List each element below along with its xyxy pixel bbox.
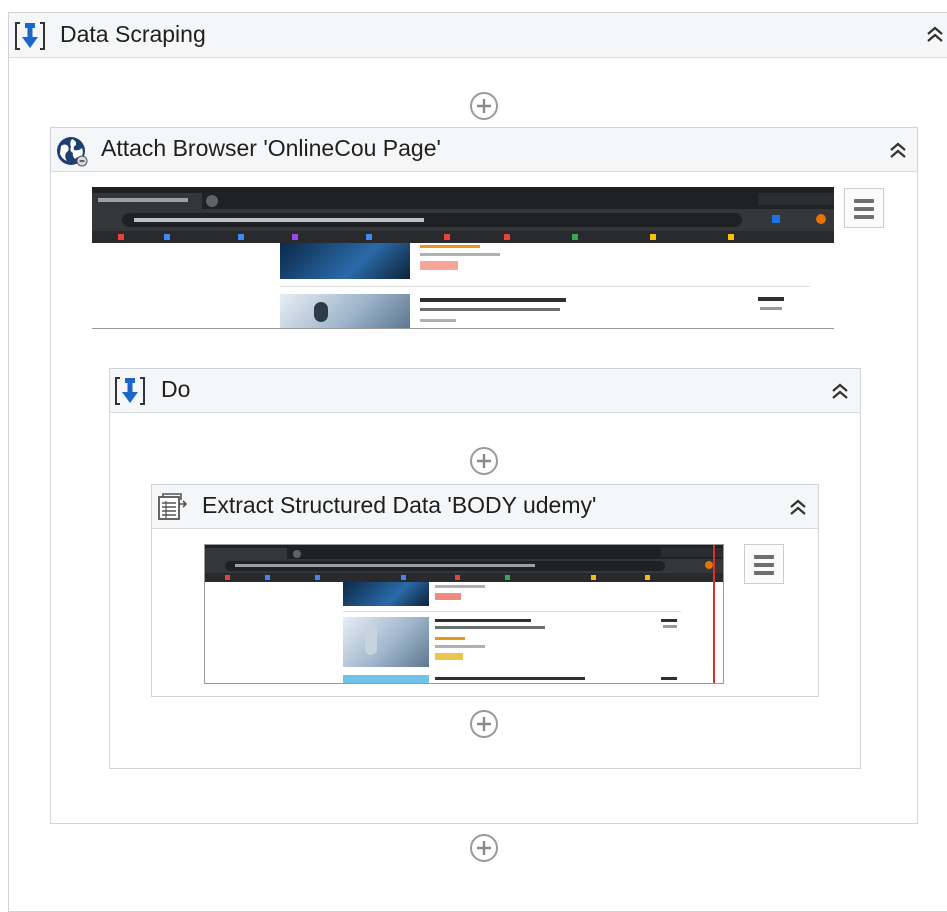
browser-url-text xyxy=(134,218,424,222)
browser-tab-bar xyxy=(92,187,834,209)
extract-table-icon xyxy=(158,493,188,520)
do-header[interactable]: Do xyxy=(110,369,860,413)
course-3-title xyxy=(435,677,585,680)
data-scraping-icon xyxy=(15,22,45,50)
course-thumbnail-3 xyxy=(343,675,429,683)
course-divider xyxy=(280,286,810,287)
attach-browser-title: Attach Browser 'OnlineCou Page' xyxy=(101,135,441,161)
course-2-badge xyxy=(435,653,463,660)
bookmark-4 xyxy=(401,575,406,580)
data-scraping-title: Data Scraping xyxy=(60,21,206,47)
add-activity-button[interactable] xyxy=(469,709,499,739)
course-2-title xyxy=(420,298,566,302)
bookmark-4 xyxy=(292,234,298,240)
attach-browser-header[interactable]: Attach Browser 'OnlineCou Page' xyxy=(51,128,917,172)
course-2-meta xyxy=(435,645,485,648)
course-2-price xyxy=(661,619,677,622)
selection-highlight-line xyxy=(713,545,715,683)
bookmark-3 xyxy=(315,575,320,580)
browser-profile-icon xyxy=(816,214,826,224)
attach-browser-options-button[interactable] xyxy=(844,188,884,228)
attach-browser-preview[interactable] xyxy=(92,187,834,329)
bookmark-7 xyxy=(591,575,596,580)
course-2-price xyxy=(758,297,784,301)
bookmark-6 xyxy=(444,234,450,240)
course-1-badge xyxy=(420,261,458,270)
browser-url-text xyxy=(235,564,535,567)
course-2-old-price xyxy=(760,307,782,310)
course-2-author xyxy=(435,626,545,629)
course-1-meta xyxy=(420,253,500,256)
course-thumbnail-1 xyxy=(343,582,429,606)
collapse-extract-icon[interactable] xyxy=(785,495,811,521)
browser-window-controls xyxy=(758,193,834,205)
collapse-attach-browser-icon[interactable] xyxy=(885,138,911,164)
bookmark-1 xyxy=(118,234,124,240)
browser-active-tab xyxy=(205,548,287,559)
data-scraping-header[interactable]: Data Scraping xyxy=(9,13,947,58)
bookmark-9 xyxy=(650,234,656,240)
browser-tab-text xyxy=(98,198,188,202)
extract-title: Extract Structured Data 'BODY udemy' xyxy=(202,492,597,518)
extract-options-button[interactable] xyxy=(744,544,784,584)
bookmark-5 xyxy=(366,234,372,240)
course-1-rating xyxy=(420,245,480,248)
course-2-author xyxy=(420,308,560,311)
robot-figure xyxy=(314,302,328,322)
course-1-meta xyxy=(435,585,485,588)
do-title: Do xyxy=(161,376,191,402)
add-activity-button[interactable] xyxy=(469,833,499,863)
course-2-title xyxy=(435,619,531,622)
bookmark-6 xyxy=(505,575,510,580)
bookmark-3 xyxy=(238,234,244,240)
add-activity-button[interactable] xyxy=(469,446,499,476)
bookmark-2 xyxy=(164,234,170,240)
bookmark-7 xyxy=(504,234,510,240)
extract-header[interactable]: Extract Structured Data 'BODY udemy' xyxy=(152,485,818,529)
sequence-icon xyxy=(115,377,145,405)
add-activity-button[interactable] xyxy=(469,91,499,121)
course-thumbnail-2 xyxy=(343,617,429,667)
new-tab-icon xyxy=(206,195,218,207)
course-3-price xyxy=(661,677,677,680)
course-2-rating xyxy=(420,319,456,322)
browser-bookmarks-bar xyxy=(92,231,834,243)
bookmark-8 xyxy=(572,234,578,240)
new-tab-icon xyxy=(293,550,301,558)
course-thumbnail-1 xyxy=(280,243,410,279)
bookmark-2 xyxy=(265,575,270,580)
bookmark-10 xyxy=(728,234,734,240)
collapse-do-icon[interactable] xyxy=(827,379,853,405)
course-2-rating xyxy=(435,637,465,640)
course-2-old-price xyxy=(663,625,677,628)
bookmark-8 xyxy=(645,575,650,580)
course-thumbnail-2 xyxy=(280,294,410,328)
bookmark-5 xyxy=(455,575,460,580)
robot-figure xyxy=(365,625,377,655)
course-divider xyxy=(343,611,681,612)
bookmark-1 xyxy=(225,575,230,580)
browser-profile-icon xyxy=(705,561,713,569)
extract-preview[interactable] xyxy=(204,544,724,684)
browser-extension-blue xyxy=(772,215,780,223)
collapse-data-scraping-icon[interactable] xyxy=(922,22,947,48)
globe-icon xyxy=(57,137,88,167)
course-1-badge xyxy=(435,593,461,600)
